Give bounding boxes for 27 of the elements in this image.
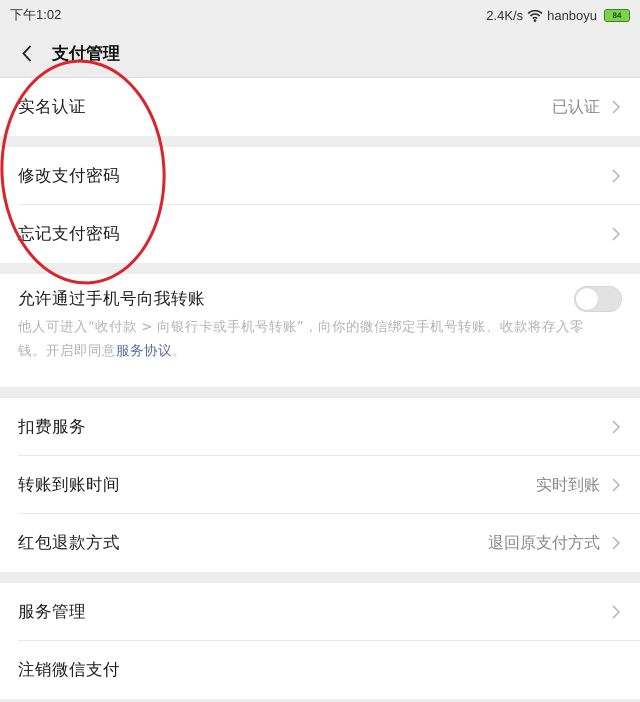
row-label: 红包退款方式 <box>18 532 120 554</box>
row-value: 实时到账 <box>536 474 600 496</box>
row-label: 注销微信支付 <box>18 659 120 681</box>
row-label: 允许通过手机号向我转账 <box>18 288 205 310</box>
toggle-switch[interactable] <box>574 286 622 312</box>
service-agreement-link[interactable]: 服务协议 <box>116 343 172 359</box>
row-label: 转账到账时间 <box>18 474 120 496</box>
back-icon[interactable] <box>22 45 32 62</box>
toggle-description: 他人可进入“收付款 > 向银行卡或手机号转账”，向你的微信绑定手机号转账、收款将存入零钱。开启即同意服务协议。 <box>18 318 585 361</box>
row-value: 已认证 <box>552 96 600 118</box>
settings-row[interactable]: 红包退款方式 退回原支付方式 <box>0 514 640 572</box>
settings-row[interactable]: 转账到账时间 实时到账 <box>0 456 640 514</box>
status-time: 下午1:02 <box>10 6 62 24</box>
settings-row[interactable]: 注销微信支付 <box>0 641 640 699</box>
wifi-icon <box>527 8 544 22</box>
row-label: 服务管理 <box>18 601 86 623</box>
settings-row[interactable]: 修改支付密码 <box>0 147 640 205</box>
row-label: 修改支付密码 <box>18 165 120 187</box>
settings-row[interactable]: 服务管理 <box>0 583 640 641</box>
battery-indicator: 84 <box>604 8 630 22</box>
settings-row[interactable]: 扣费服务 <box>0 398 640 456</box>
settings-row[interactable]: 实名认证 已认证 <box>0 78 640 136</box>
carrier-name: hanboyu <box>547 8 597 22</box>
row-value: 退回原支付方式 <box>488 532 600 554</box>
row-label: 实名认证 <box>18 96 86 118</box>
row-label: 扣费服务 <box>18 416 86 438</box>
network-speed: 2.4K/s <box>486 8 524 22</box>
